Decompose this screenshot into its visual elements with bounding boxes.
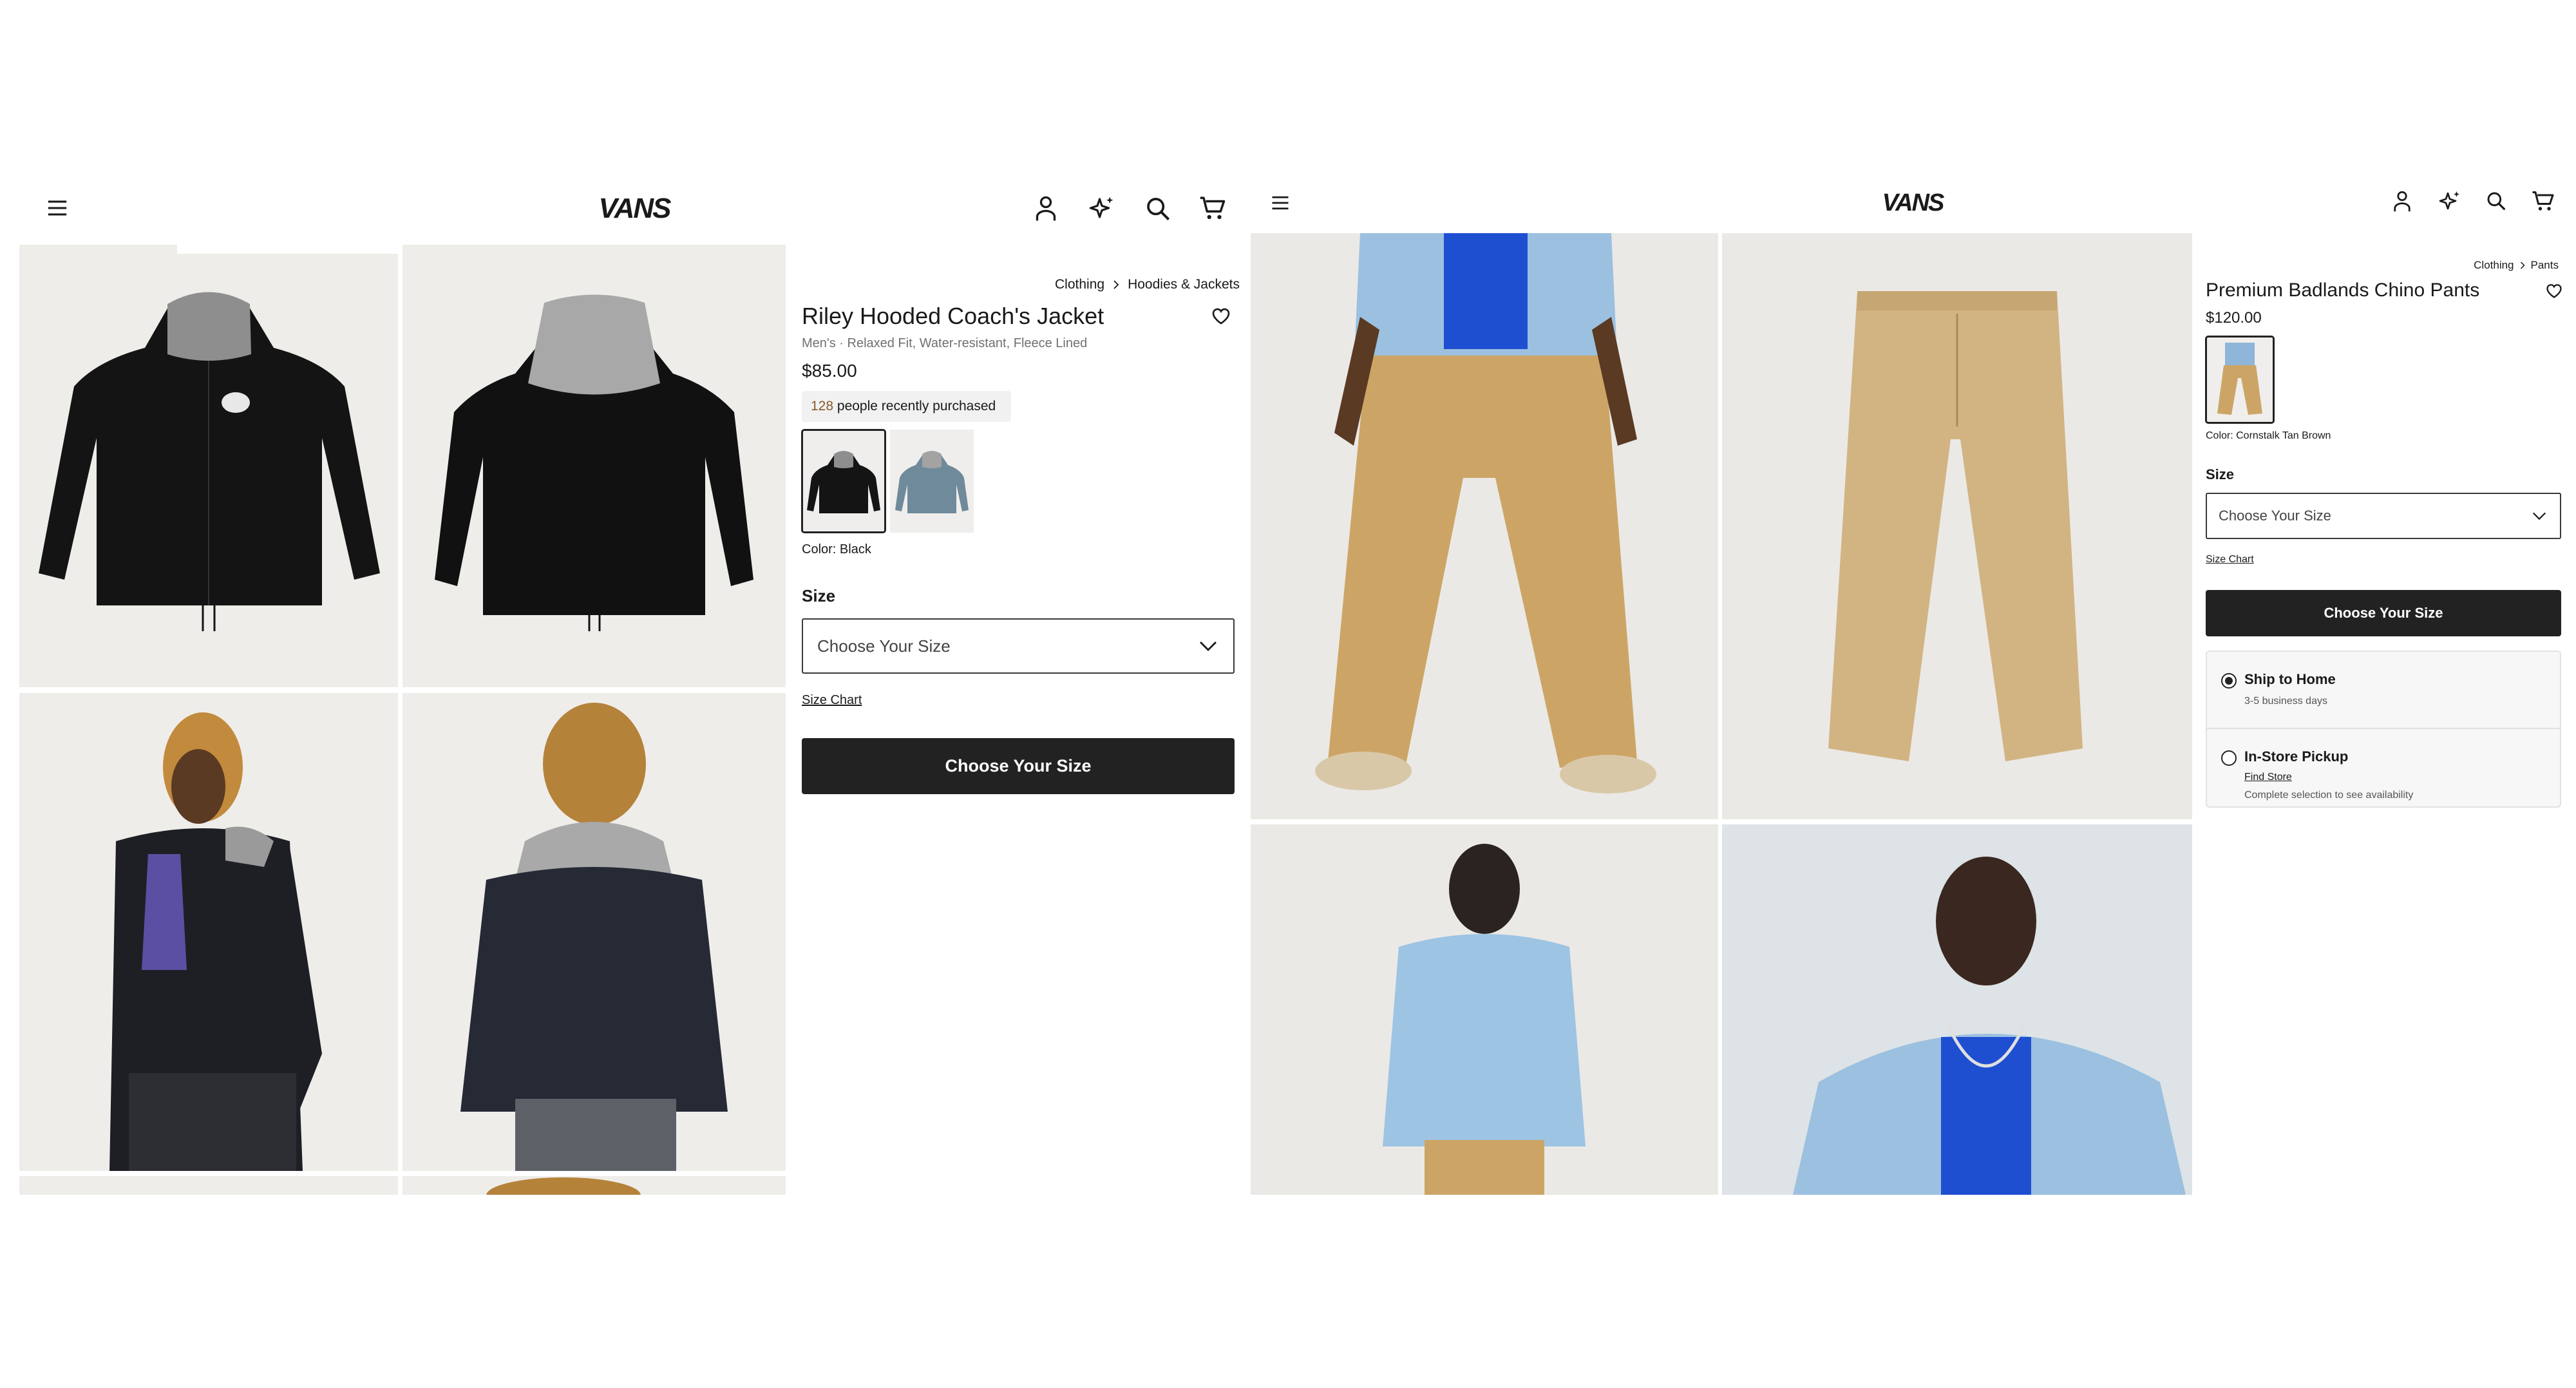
radio-in-store-pickup[interactable] (2221, 750, 2237, 766)
size-select[interactable]: Choose Your Size (2206, 493, 2561, 539)
size-label: Size (2206, 466, 2235, 482)
size-select-value: Choose Your Size (817, 636, 951, 656)
breadcrumb: Clothing Hoodies & Jackets (1055, 277, 1240, 292)
size-select[interactable]: Choose Your Size (802, 618, 1235, 674)
breadcrumb-item-pants[interactable]: Pants (2531, 259, 2559, 272)
search-icon[interactable] (1145, 196, 1171, 222)
sparkle-icon[interactable] (2438, 189, 2461, 213)
find-store-link[interactable]: Find Store (2244, 772, 2292, 783)
product-image-pants-flat[interactable] (1722, 233, 2192, 819)
delivery-option-ship-to-home[interactable]: Ship to Home 3-5 business days (2207, 652, 2560, 729)
vans-logo-text: VANS (1882, 189, 1944, 216)
breadcrumb: Clothing Pants (2474, 259, 2559, 272)
chevron-right-icon (1112, 280, 1120, 290)
product-title: Premium Badlands Chino Pants (2206, 280, 2480, 301)
color-label: Color: Cornstalk Tan Brown (2206, 430, 2331, 441)
in-store-pickup-subtitle: Complete selection to see availability (2244, 790, 2414, 801)
breadcrumb-item-clothing[interactable]: Clothing (1055, 277, 1104, 292)
account-icon[interactable] (1034, 195, 1057, 222)
color-label: Color: Black (802, 542, 871, 556)
product-subtitle: Men's · Relaxed Fit, Water-resistant, Fl… (802, 336, 1088, 350)
product-title: Riley Hooded Coach's Jacket (802, 303, 1104, 329)
vans-logo-text: VANS (599, 193, 672, 224)
vans-logo[interactable]: VANS (1880, 188, 1945, 216)
ship-to-home-title: Ship to Home (2244, 671, 2336, 687)
cart-icon[interactable] (1199, 195, 1226, 222)
product-image-model-front[interactable] (1251, 233, 1718, 819)
color-swatch-black[interactable] (801, 429, 886, 533)
vans-logo[interactable]: VANS (596, 192, 673, 224)
product-image-model-portrait[interactable] (1722, 824, 2192, 1195)
product-image-model-side[interactable] (19, 693, 398, 1171)
color-swatch-blue[interactable] (890, 430, 974, 533)
delivery-options: Ship to Home 3-5 business days In-Store … (2206, 651, 2561, 808)
product-image-back[interactable] (402, 245, 786, 687)
breadcrumb-item-hoodies-jackets[interactable]: Hoodies & Jackets (1128, 277, 1240, 292)
cart-icon[interactable] (2532, 189, 2555, 213)
chevron-right-icon (2519, 261, 2526, 270)
radio-ship-to-home[interactable] (2221, 673, 2237, 689)
breadcrumb-item-clothing[interactable]: Clothing (2474, 259, 2514, 272)
account-icon[interactable] (2392, 189, 2412, 213)
product-price: $85.00 (802, 361, 857, 381)
recent-purchase-text: people recently purchased (837, 399, 996, 414)
color-swatch-cornstalk-tan-brown[interactable] (2205, 336, 2275, 424)
choose-size-button[interactable]: Choose Your Size (802, 738, 1235, 794)
menu-icon[interactable] (1269, 193, 1291, 213)
chevron-down-icon (1198, 640, 1218, 652)
product-image-front[interactable] (19, 245, 398, 687)
size-chart-link[interactable]: Size Chart (2206, 554, 2254, 566)
size-label: Size (802, 586, 836, 605)
recent-purchases-badge: 128 people recently purchased (802, 391, 1011, 422)
search-icon[interactable] (2486, 191, 2506, 211)
size-select-value: Choose Your Size (2219, 508, 2331, 524)
delivery-option-in-store-pickup[interactable]: In-Store Pickup Find Store Complete sele… (2207, 729, 2560, 808)
product-price: $120.00 (2206, 309, 2262, 327)
heart-icon[interactable] (2545, 282, 2563, 299)
product-page-right: VANS Clothing Pants Premium Badlands Chi… (1251, 174, 2576, 1195)
sparkle-icon[interactable] (1088, 195, 1115, 222)
in-store-pickup-title: In-Store Pickup (2244, 748, 2349, 765)
product-image-partial-1[interactable] (19, 1176, 398, 1195)
size-chart-link[interactable]: Size Chart (802, 693, 862, 708)
menu-icon[interactable] (45, 197, 70, 219)
product-image-partial-2[interactable] (402, 1176, 786, 1195)
ship-to-home-subtitle: 3-5 business days (2244, 696, 2327, 707)
product-image-model-back[interactable] (1251, 824, 1718, 1195)
product-image-model-back[interactable] (402, 693, 786, 1171)
recent-purchase-count: 128 (811, 399, 834, 414)
product-page-left: VANS Clothing Hoodies & Jackets Riley Ho… (0, 174, 1256, 1195)
chevron-down-icon (2532, 511, 2547, 520)
heart-icon[interactable] (1211, 306, 1231, 325)
choose-size-button[interactable]: Choose Your Size (2206, 590, 2561, 636)
